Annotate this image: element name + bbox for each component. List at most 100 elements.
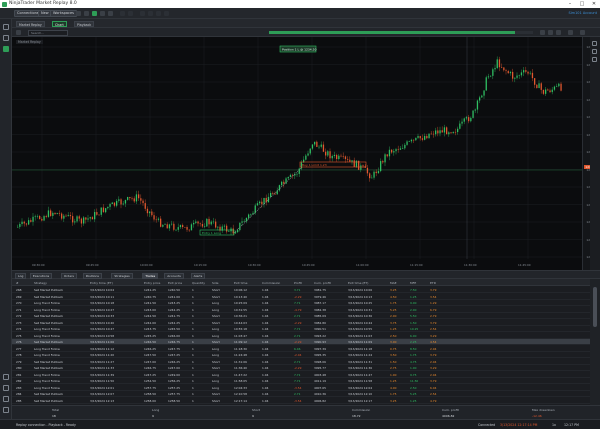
tab-executions[interactable]: Executions bbox=[29, 272, 53, 279]
tab-log[interactable]: Log bbox=[15, 272, 27, 279]
table-cell: 3.29 bbox=[430, 333, 437, 338]
accounts-icon[interactable] bbox=[3, 374, 9, 380]
table-row[interactable]: 280 Sell Market Pullback 3/13/2024 11:33 12… bbox=[12, 365, 590, 372]
strategies-icon[interactable] bbox=[3, 396, 9, 402]
instrument-icon[interactable] bbox=[16, 30, 21, 35]
save-icon[interactable] bbox=[76, 11, 81, 16]
table-cell: 11:31:06 bbox=[234, 359, 247, 364]
table-row[interactable]: 281 Long Trend Follow 3/13/2024 11:39 1247.… bbox=[12, 372, 590, 378]
speed-icon[interactable] bbox=[568, 30, 573, 35]
column-header[interactable]: MFE bbox=[410, 281, 416, 285]
replay-speed[interactable]: 1x bbox=[552, 423, 556, 427]
table-cell: 1242.25 bbox=[168, 307, 180, 312]
table-row[interactable]: 276 Sell Market Pullback 3/13/2024 11:06 12… bbox=[12, 339, 590, 346]
zoom-in-icon[interactable] bbox=[592, 41, 597, 46]
candlestick-chart[interactable]: Entry 1 Long Buy 1 Limit 1.23 Position 1 L… bbox=[12, 37, 582, 270]
zoom-out-icon[interactable] bbox=[592, 49, 597, 54]
tab-market-replay[interactable]: Market Replay bbox=[16, 20, 45, 27]
table-cell: 270 bbox=[16, 301, 22, 306]
column-header[interactable]: Quantity bbox=[192, 281, 205, 285]
tab-chart[interactable]: Chart bbox=[52, 20, 67, 27]
redo-icon[interactable] bbox=[128, 11, 133, 16]
column-header[interactable]: MAE bbox=[390, 281, 397, 285]
candle-body bbox=[188, 229, 190, 231]
settings-icon[interactable] bbox=[108, 11, 113, 16]
table-row[interactable]: 271 Long Trend Follow 3/13/2024 10:27 1243.… bbox=[12, 307, 590, 313]
table-cell: 1.75 bbox=[410, 353, 417, 358]
control-center-icon[interactable] bbox=[3, 24, 9, 30]
tab-trades[interactable]: Trades bbox=[142, 272, 159, 279]
pause-icon[interactable] bbox=[548, 30, 553, 35]
workspace-icon[interactable] bbox=[3, 35, 9, 41]
account-label[interactable]: Sim101 Account bbox=[568, 11, 597, 15]
table-row[interactable]: 270 Long Trend Follow 3/13/2024 10:18 1241.… bbox=[12, 300, 590, 307]
crosshair-icon[interactable] bbox=[148, 11, 153, 16]
column-header[interactable]: Entry price bbox=[144, 281, 160, 285]
tab-positions[interactable]: Positions bbox=[82, 272, 102, 279]
close-button[interactable]: ✕ bbox=[588, 0, 600, 8]
column-header[interactable]: Exit time (ET) bbox=[348, 281, 368, 285]
table-row[interactable]: 272 Sell Market Pullback 3/13/2024 10:33 12… bbox=[12, 313, 590, 320]
pointer-icon[interactable] bbox=[140, 11, 145, 16]
play-icon[interactable] bbox=[540, 30, 545, 35]
table-row[interactable]: 285 Sell Market Pullback 3/13/2024 12:13 12… bbox=[12, 398, 590, 404]
column-header[interactable]: Exit price bbox=[168, 281, 182, 285]
tab-playback[interactable]: Playback bbox=[74, 20, 95, 27]
chart-icon[interactable] bbox=[100, 11, 105, 16]
table-row[interactable]: 282 Long Trend Follow 3/13/2024 11:50 1254.… bbox=[12, 378, 590, 385]
candle-body bbox=[320, 144, 322, 147]
table-row[interactable]: 269 Sell Market Pullback 3/13/2024 10:11 12… bbox=[12, 294, 590, 300]
drawing-tools-icon[interactable] bbox=[164, 11, 169, 16]
candle-body bbox=[490, 75, 492, 77]
search-input[interactable]: Search... bbox=[28, 29, 68, 36]
tab-accounts[interactable]: Accounts bbox=[164, 272, 184, 279]
candle-body bbox=[256, 203, 259, 206]
column-header[interactable]: ETD bbox=[430, 281, 436, 285]
table-row[interactable]: 278 Long Trend Follow 3/13/2024 11:20 1247.… bbox=[12, 352, 590, 359]
table-row[interactable]: 275 Long Trend Follow 3/13/2024 10:58 1245.… bbox=[12, 333, 590, 339]
maximize-button[interactable]: □ bbox=[576, 0, 588, 8]
settings-icon[interactable] bbox=[580, 30, 585, 35]
column-header[interactable]: Cum. profit bbox=[314, 281, 331, 285]
menu-workspaces[interactable]: Workspaces bbox=[50, 10, 77, 17]
column-header[interactable]: Side bbox=[212, 281, 219, 285]
orders-icon[interactable] bbox=[3, 385, 9, 391]
candle-body bbox=[296, 173, 298, 175]
table-cell: Sell Market Pullback bbox=[34, 340, 63, 345]
price-chart[interactable]: Entry 1 Long Buy 1 Limit 1.23 Position 1 L… bbox=[12, 37, 600, 270]
options-icon[interactable] bbox=[3, 407, 9, 413]
table-row[interactable]: 279 Sell Market Pullback 3/13/2024 11:27 12… bbox=[12, 359, 590, 365]
zoom-icon[interactable] bbox=[156, 11, 161, 16]
table-cell: 2.04 bbox=[430, 359, 437, 364]
undo-icon[interactable] bbox=[120, 11, 125, 16]
table-cell: 3/13/2024 11:33 bbox=[90, 366, 115, 371]
table-cell: 3979.46 bbox=[314, 294, 326, 299]
scale-icon[interactable] bbox=[592, 57, 597, 62]
candle-body bbox=[329, 151, 331, 159]
column-header[interactable]: Entry time (ET) bbox=[90, 281, 113, 285]
table-row[interactable]: 283 Long Trend Follow 3/13/2024 12:01 1257.… bbox=[12, 385, 590, 391]
scrollbar-thumb[interactable] bbox=[593, 287, 597, 327]
column-header[interactable]: # bbox=[16, 281, 19, 285]
table-row[interactable]: 274 Long Trend Follow 3/13/2024 10:47 1243.… bbox=[12, 326, 590, 333]
table-row[interactable]: 277 Long Trend Follow 3/13/2024 11:12 1246.… bbox=[12, 346, 590, 352]
tab-orders[interactable]: Orders bbox=[60, 272, 77, 279]
replay-icon[interactable] bbox=[92, 11, 97, 16]
candle-body bbox=[234, 232, 237, 234]
replay-panel-icon[interactable] bbox=[3, 46, 9, 52]
column-header[interactable]: Profit bbox=[294, 281, 302, 285]
column-header[interactable]: Exit time bbox=[234, 281, 247, 285]
playback-progress-bar[interactable] bbox=[269, 31, 533, 34]
layout-icon[interactable] bbox=[84, 11, 89, 16]
table-row[interactable]: 284 Sell Market Pullback 3/13/2024 12:07 12… bbox=[12, 391, 590, 398]
table-row[interactable]: 273 Sell Market Pullback 3/13/2024 10:40 12… bbox=[12, 320, 590, 326]
fast-forward-icon[interactable] bbox=[556, 30, 561, 35]
column-header[interactable]: Commission bbox=[262, 281, 280, 285]
table-row[interactable]: 268 Sell Market Pullback 3/13/2024 10:04 12… bbox=[12, 287, 590, 294]
column-header[interactable]: Strategy bbox=[34, 281, 47, 285]
tab-alerts[interactable]: Alerts bbox=[190, 272, 206, 279]
minimize-button[interactable]: – bbox=[564, 0, 576, 8]
table-scrollbar[interactable] bbox=[590, 279, 600, 405]
table-cell: 1.25 bbox=[410, 398, 417, 403]
tab-strategies[interactable]: Strategies bbox=[111, 272, 133, 279]
